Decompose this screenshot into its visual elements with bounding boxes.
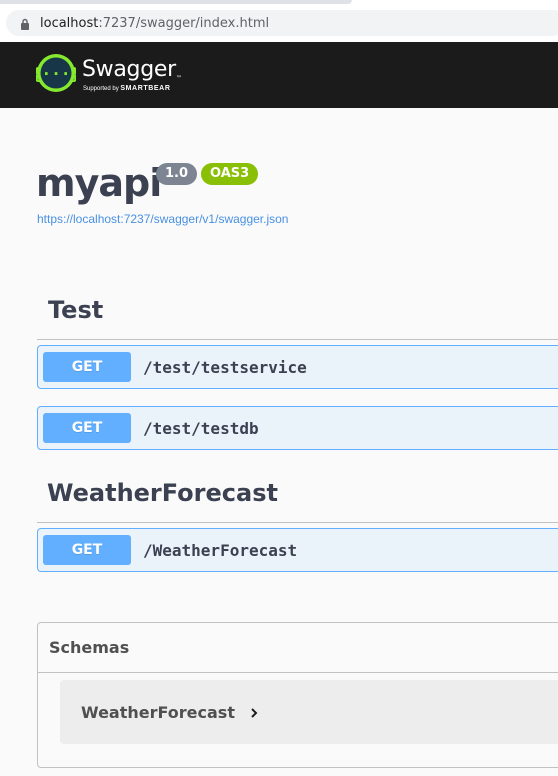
schemas-section: Schemas WeatherForecast (37, 622, 558, 768)
opblock-get-test-testdb[interactable]: GET /test/testdb (37, 406, 558, 450)
svg-text:{···}: {···} (36, 64, 76, 83)
model-name: WeatherForecast (81, 702, 235, 722)
api-title: myapi (36, 161, 162, 205)
oas-badge: OAS3 (201, 163, 259, 185)
model-weatherforecast[interactable]: WeatherForecast (60, 680, 558, 744)
chevron-right-icon[interactable] (249, 706, 259, 718)
url-host: localhost (40, 15, 99, 31)
operation-path: /test/testdb (143, 418, 259, 438)
api-info: myapi 1.0 OAS3 https://localhost:7237/sw… (36, 160, 288, 226)
method-badge: GET (43, 413, 131, 443)
tag-title: WeatherForecast (47, 479, 278, 507)
version-badge: 1.0 (156, 163, 198, 185)
lock-icon[interactable] (20, 17, 30, 30)
schemas-header[interactable]: Schemas (38, 623, 558, 673)
opblock-get-test-testservice[interactable]: GET /test/testservice (37, 345, 558, 389)
swagger-logo-icon: {···} (32, 53, 80, 93)
browser-toolbar: localhost:7237/swagger/index.html (0, 0, 558, 42)
tag-title: Test (48, 296, 104, 324)
tag-header-weatherforecast[interactable]: WeatherForecast (37, 476, 558, 523)
logo-title: Swagger™ (82, 57, 182, 82)
url-text[interactable]: localhost:7237/swagger/index.html (40, 16, 269, 31)
url-path: :7237/swagger/index.html (98, 15, 270, 31)
address-bar[interactable]: localhost:7237/swagger/index.html (6, 10, 558, 36)
spec-link[interactable]: https://localhost:7237/swagger/v1/swagge… (37, 212, 288, 226)
operation-path: /WeatherForecast (143, 540, 298, 560)
opblock-get-weatherforecast[interactable]: GET /WeatherForecast (37, 528, 558, 572)
schemas-title: Schemas (49, 638, 130, 657)
logo-subtitle: Supported by SMARTBEAR (83, 85, 171, 92)
operation-path: /test/testservice (143, 357, 307, 377)
swagger-logo[interactable]: {···} Swagger™ Supported by SMARTBEAR (32, 53, 202, 93)
method-badge: GET (43, 535, 131, 565)
tag-header-test[interactable]: Test (37, 292, 558, 340)
swagger-topbar: {···} Swagger™ Supported by SMARTBEAR (0, 42, 558, 108)
browser-tab-strip (0, 0, 352, 4)
method-badge: GET (43, 352, 131, 382)
